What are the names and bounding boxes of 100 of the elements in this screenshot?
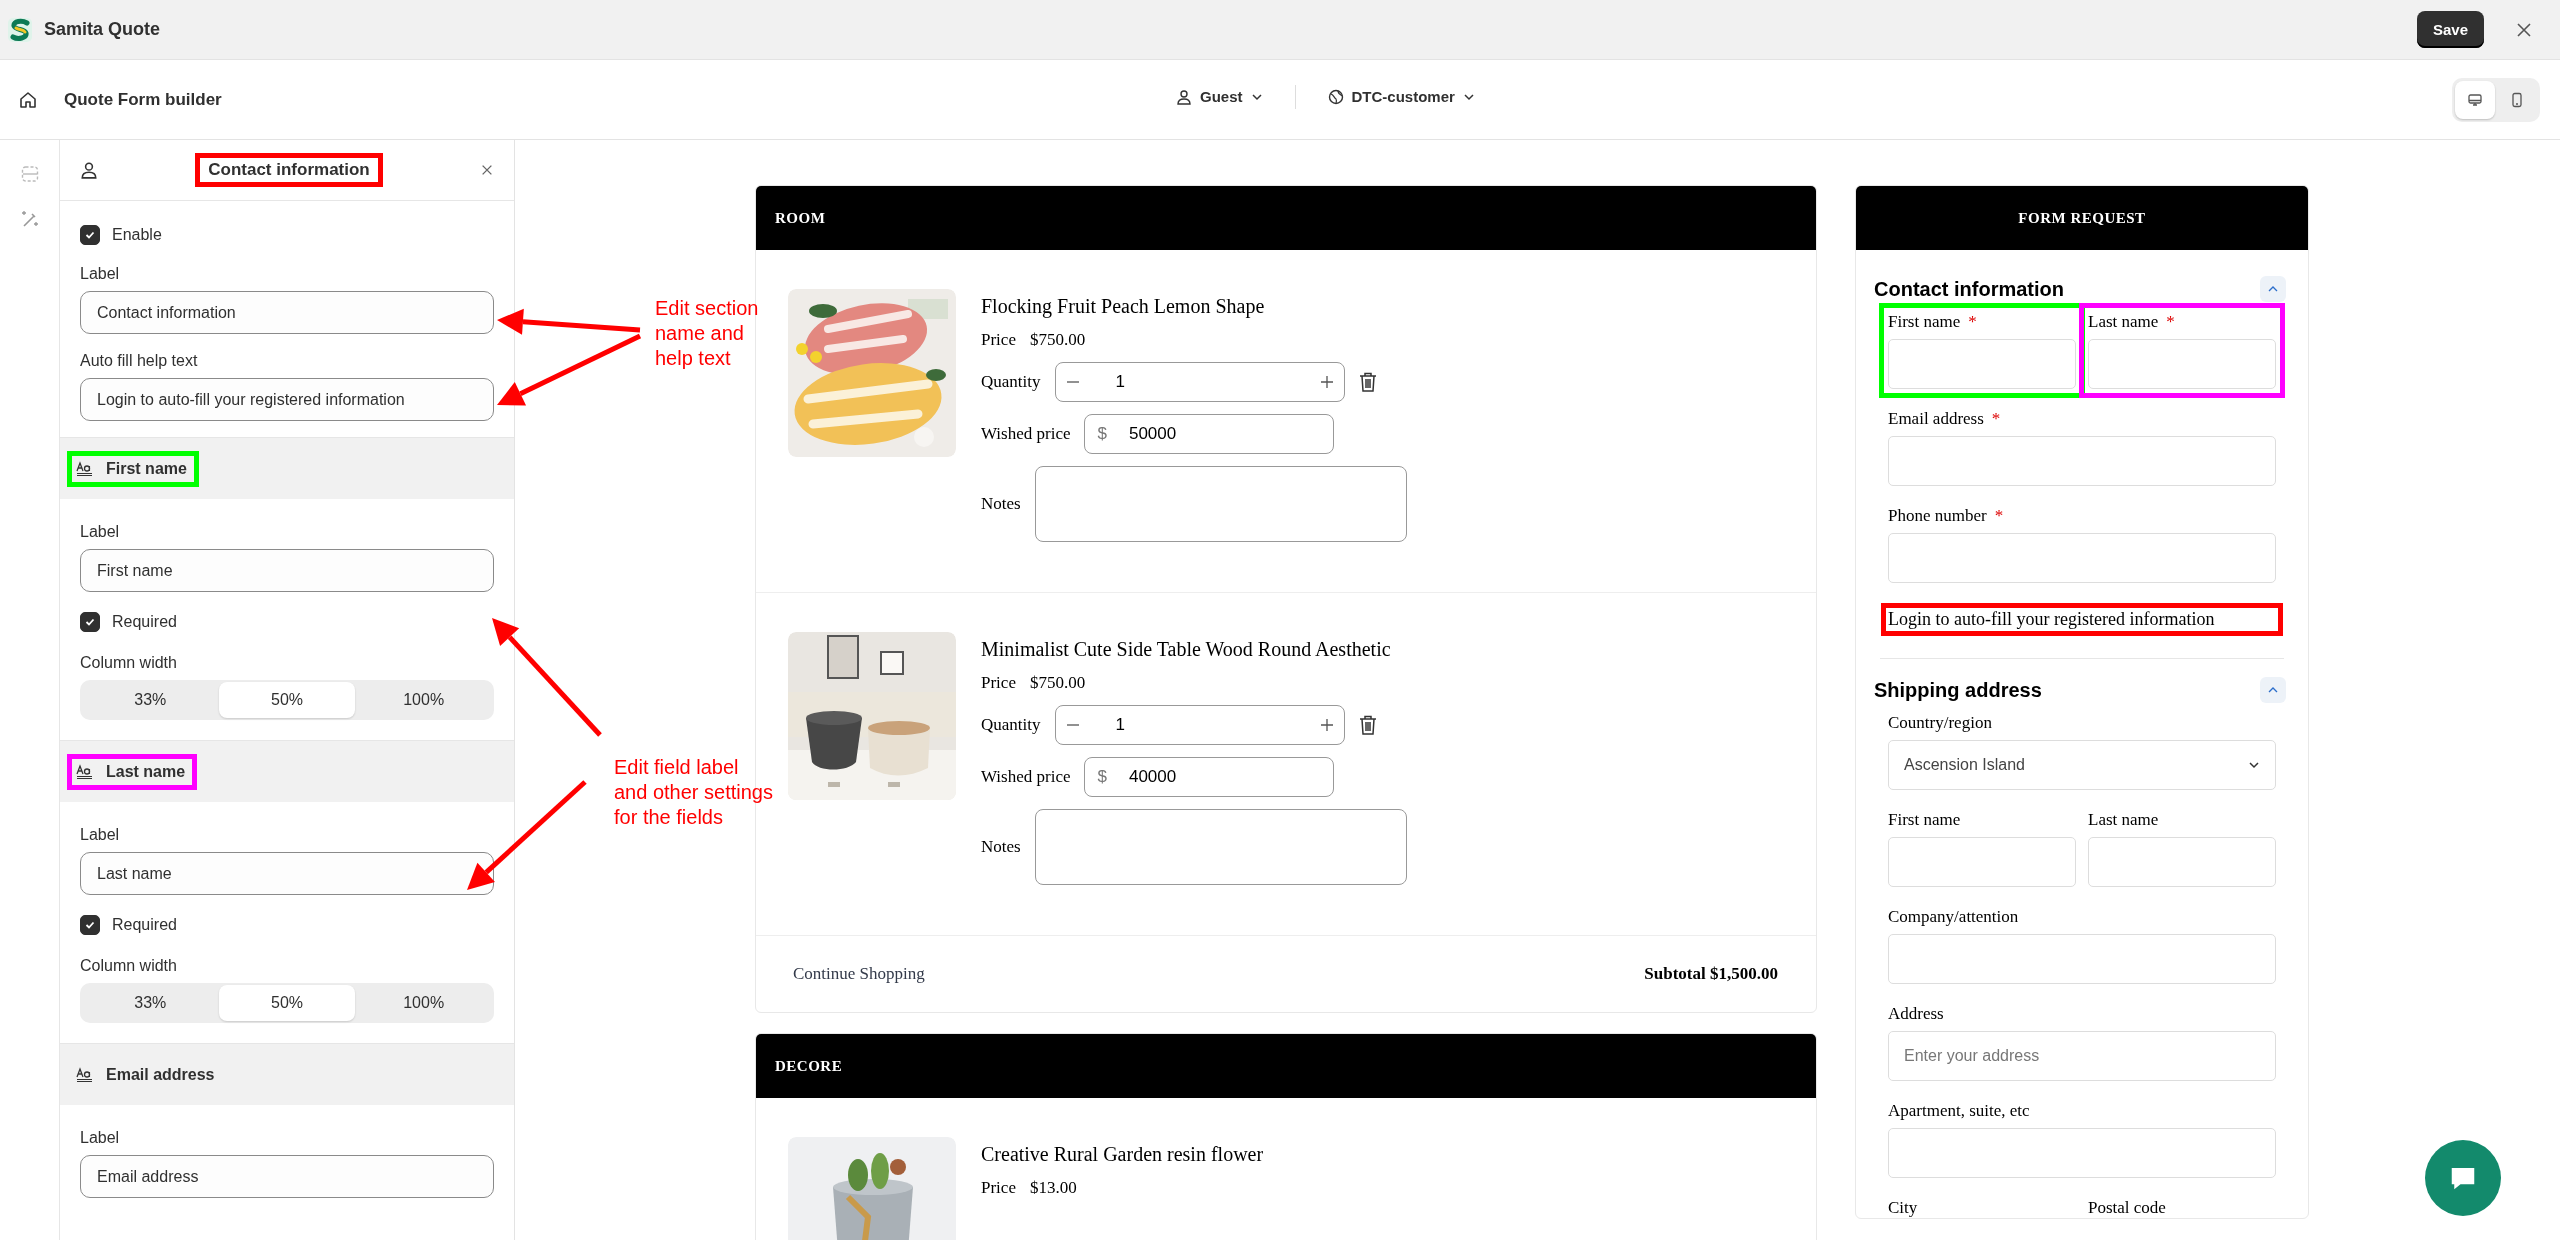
trash-icon[interactable]: [1358, 715, 1377, 735]
logo-icon: [8, 17, 32, 42]
price-label: Price: [981, 673, 1016, 693]
text-field[interactable]: Login to auto-fill your registered information: [80, 378, 494, 421]
input-field[interactable]: [1888, 339, 2076, 389]
width-option[interactable]: 100%: [355, 682, 492, 718]
field-label: Last name: [2088, 810, 2160, 830]
annotation-note: Edit field label and other settings for the fields: [614, 755, 773, 830]
currency-symbol: $: [1097, 424, 1107, 444]
notes-label: Notes: [981, 837, 1021, 857]
wished-price-value: 50000: [1128, 424, 1177, 444]
auto-fill-help-text: Login to auto-fill your registered information: [1881, 603, 2283, 636]
input-field[interactable]: [1888, 934, 2276, 984]
collapse-button[interactable]: [2260, 677, 2286, 703]
width-option[interactable]: 33%: [82, 682, 219, 718]
wished-price-label: Wished price: [981, 767, 1071, 787]
field-label: Column width: [80, 957, 178, 975]
field-label: Last name *: [2088, 312, 2176, 332]
product-price: $750.00: [1029, 330, 1086, 350]
wished-price-value: 40000: [1128, 767, 1177, 787]
field-label: Email address *: [1888, 409, 2002, 429]
product-price: $13.00: [1029, 1178, 1077, 1198]
checkbox-label: Required: [112, 613, 177, 631]
text-field[interactable]: Contact information: [80, 291, 494, 334]
text-field[interactable]: First name: [80, 549, 494, 592]
price-label: Price: [981, 330, 1016, 350]
text-field[interactable]: Email address: [80, 1155, 494, 1198]
field-label: Country/region: [1888, 713, 1993, 733]
form-section-title: Contact information: [1874, 277, 2064, 301]
text-field[interactable]: Last name: [80, 852, 494, 895]
home-icon[interactable]: [18, 89, 38, 110]
continue-shopping-link[interactable]: Continue Shopping: [793, 964, 925, 984]
input-field[interactable]: [2088, 837, 2276, 887]
width-option[interactable]: 33%: [82, 985, 219, 1021]
field-label: Label: [80, 265, 121, 283]
save-button[interactable]: Save: [2416, 11, 2484, 48]
close-icon[interactable]: [2516, 21, 2532, 38]
notes-field[interactable]: [1034, 809, 1407, 885]
input-field[interactable]: [1888, 533, 2276, 583]
audience-dropdown[interactable]: Guest: [1172, 84, 1267, 109]
field-section-header[interactable]: First name: [60, 437, 514, 499]
customer-group-dropdown[interactable]: DTC-customer: [1323, 84, 1479, 109]
input-field[interactable]: [2088, 339, 2276, 389]
field-label: Column width: [80, 654, 178, 672]
text-type-icon: [76, 763, 94, 780]
field-label: Apartment, suite, etc: [1888, 1101, 2031, 1121]
magic-wand-icon[interactable]: [19, 209, 40, 229]
quantity-value: 1: [1114, 715, 1126, 735]
field-label: First name *: [1888, 312, 1978, 332]
field-section-header[interactable]: Email address: [60, 1043, 514, 1105]
page-title: Quote Form builder: [64, 89, 222, 110]
field-label: Label: [80, 826, 121, 844]
notes-field[interactable]: [1034, 466, 1407, 542]
checkmark-icon: [84, 229, 96, 241]
input-field[interactable]: [1888, 1128, 2276, 1178]
field-label: Company/attention: [1888, 907, 2020, 927]
quantity-label: Quantity: [981, 372, 1041, 392]
product-name: Minimalist Cute Side Table Wood Round Aesthetic: [981, 638, 1392, 661]
input-field[interactable]: [1888, 436, 2276, 486]
person-icon: [1176, 88, 1192, 105]
section-title: Last name: [106, 762, 186, 781]
quantity-label: Quantity: [981, 715, 1041, 735]
plus-icon[interactable]: [1319, 375, 1334, 389]
field-label: Auto fill help text: [80, 352, 199, 370]
trash-icon[interactable]: [1358, 372, 1377, 392]
notes-label: Notes: [981, 494, 1021, 514]
desktop-view-button[interactable]: [2455, 80, 2495, 119]
close-icon[interactable]: [480, 163, 494, 177]
enable-checkbox[interactable]: [80, 225, 100, 245]
checkmark-icon: [84, 616, 96, 628]
checkbox-label: Enable: [112, 226, 162, 244]
required-checkbox[interactable]: [80, 915, 100, 935]
collapse-button[interactable]: [2260, 276, 2286, 302]
plus-icon[interactable]: [1319, 718, 1334, 732]
person-icon: [80, 161, 98, 179]
required-checkbox[interactable]: [80, 612, 100, 632]
field-label: Label: [80, 523, 121, 541]
chevron-down-icon: [2248, 759, 2260, 771]
wished-price-field[interactable]: $ 40000: [1084, 757, 1335, 797]
input-field[interactable]: [1888, 837, 2076, 887]
field-label: City: [1888, 1198, 1919, 1218]
sections-icon[interactable]: [19, 164, 40, 184]
wished-price-label: Wished price: [981, 424, 1071, 444]
field-label: Postal code: [2088, 1198, 2167, 1218]
quantity-value: 1: [1114, 372, 1126, 392]
country-select[interactable]: Ascension Island: [1888, 740, 2276, 790]
checkbox-label: Required: [112, 916, 177, 934]
field-label: Address: [1888, 1004, 1945, 1024]
checkmark-icon: [84, 919, 96, 931]
panel-title: Contact information: [195, 153, 383, 187]
category-title: ROOM: [775, 209, 826, 227]
width-option[interactable]: 50%: [218, 985, 356, 1021]
product-price: $750.00: [1029, 673, 1086, 693]
width-option[interactable]: 50%: [218, 682, 356, 718]
wished-price-field[interactable]: $ 50000: [1084, 414, 1335, 454]
input-field[interactable]: Enter your address: [1888, 1031, 2276, 1081]
width-option[interactable]: 100%: [355, 985, 492, 1021]
field-section-header[interactable]: Last name: [60, 740, 514, 802]
section-title: Email address: [106, 1065, 215, 1084]
form-section-title: Shipping address: [1874, 678, 2042, 702]
